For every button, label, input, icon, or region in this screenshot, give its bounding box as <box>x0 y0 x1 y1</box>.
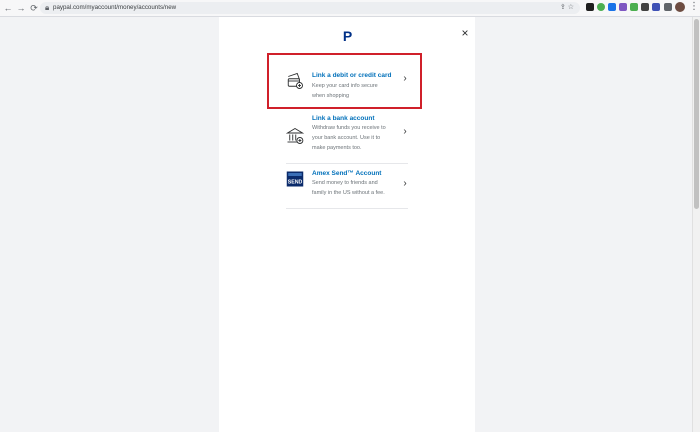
extensions-area: ⋮ <box>586 2 699 14</box>
lock-icon: 🔒︎ <box>45 3 50 12</box>
address-bar-actions[interactable]: ⇪ ☆ <box>560 3 574 13</box>
chevron-right-icon: › <box>403 126 407 137</box>
address-bar[interactable]: 🔒︎ paypal.com/myaccount/money/accounts/n… <box>40 2 580 14</box>
browser-toolbar: ← → ⟳ 🔒︎ paypal.com/myaccount/money/acco… <box>0 0 700 17</box>
chevron-right-icon: › <box>403 73 407 84</box>
back-icon[interactable]: ← <box>3 3 13 13</box>
amex-send-icon: SEND <box>286 171 304 187</box>
scroll-thumb[interactable] <box>694 19 699 209</box>
extension-icon[interactable] <box>619 3 627 11</box>
address-bar-url: paypal.com/myaccount/money/accounts/new <box>53 4 177 11</box>
puzzle-icon[interactable] <box>664 3 672 11</box>
bank-icon <box>286 127 304 144</box>
link-card-option[interactable]: Link a debit or credit card Keep your ca… <box>267 53 422 109</box>
extension-icon[interactable] <box>586 3 594 11</box>
kebab-menu-icon[interactable]: ⋮ <box>689 2 699 12</box>
svg-text:SEND: SEND <box>288 180 303 186</box>
extension-icon[interactable] <box>630 3 638 11</box>
extension-icon[interactable] <box>641 3 649 11</box>
option-title: Link a debit or credit card <box>312 72 392 79</box>
chevron-right-icon: › <box>403 178 407 189</box>
page-scrollbar[interactable] <box>692 17 700 432</box>
amex-send-option[interactable]: SEND Amex Send™ Account Send money to fr… <box>286 164 408 209</box>
extension-icon[interactable] <box>597 3 605 11</box>
profile-avatar[interactable] <box>675 2 685 12</box>
reload-icon[interactable]: ⟳ <box>29 3 39 13</box>
add-account-panel: P × Link a debit or credit card Keep you… <box>219 17 475 432</box>
paypal-logo: P <box>342 28 352 44</box>
option-title: Amex Send™ Account <box>312 170 382 177</box>
card-icon <box>287 72 303 89</box>
option-description: Withdraw funds you receive to your bank … <box>312 125 386 151</box>
option-title: Link a bank account <box>312 115 375 122</box>
link-bank-option[interactable]: Link a bank account Withdraw funds you r… <box>286 109 408 164</box>
close-icon[interactable]: × <box>459 27 471 39</box>
extension-icon[interactable] <box>652 3 660 11</box>
forward-icon[interactable]: → <box>16 3 26 13</box>
option-description: Keep your card info secure when shopping <box>312 83 378 99</box>
extension-icon[interactable] <box>608 3 616 11</box>
option-description: Send money to friends and family in the … <box>312 180 385 196</box>
